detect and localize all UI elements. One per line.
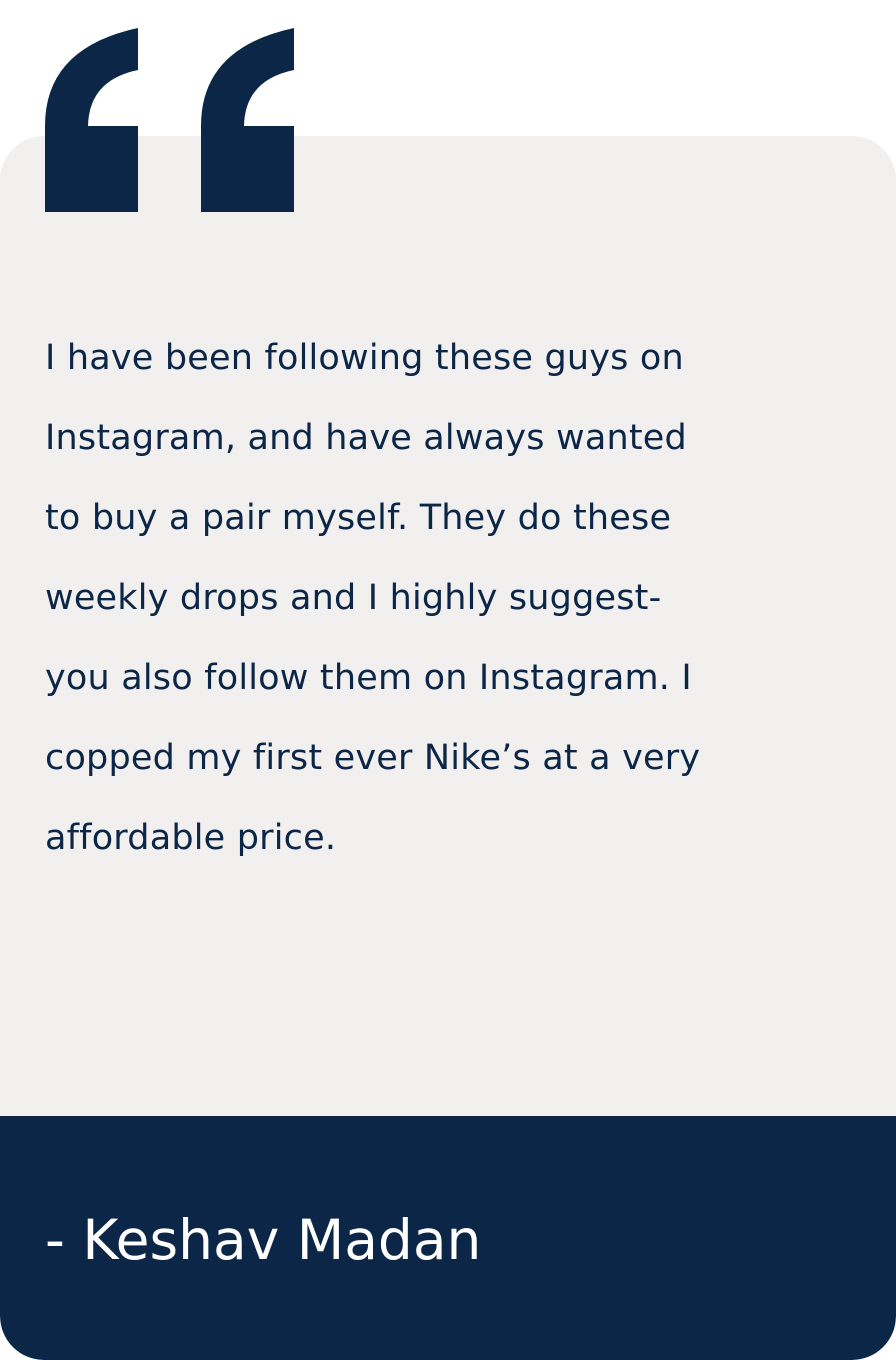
quote-mark-right — [201, 28, 294, 212]
testimonial-page: I have been following these guys on Inst… — [0, 0, 896, 1360]
testimonial-author: - Keshav Madan — [45, 1208, 482, 1272]
opening-quote-icon — [45, 28, 294, 212]
testimonial-quote: I have been following these guys on Inst… — [45, 338, 701, 858]
quote-mark-left — [45, 28, 138, 212]
